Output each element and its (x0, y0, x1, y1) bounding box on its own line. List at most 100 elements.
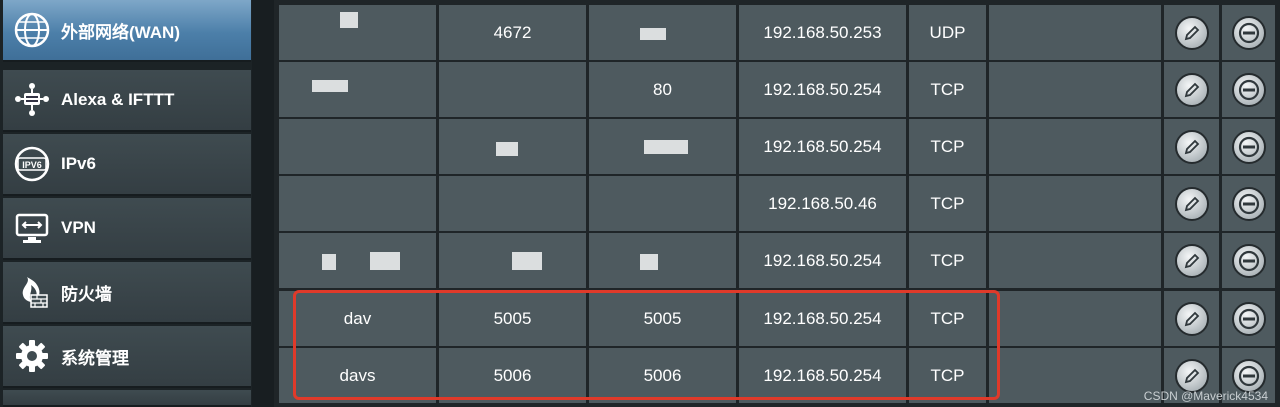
redaction-patch (370, 252, 400, 270)
edit-button[interactable] (1174, 301, 1209, 336)
gear-icon (13, 337, 51, 375)
local-ip-cell: 192.168.50.254 (739, 291, 906, 346)
delete-cell (1222, 119, 1275, 174)
sidebar-item-label: 外部网络(WAN) (61, 22, 180, 42)
source-ip-cell (989, 291, 1161, 346)
vpn-monitor-icon (13, 209, 51, 247)
delete-button[interactable] (1231, 129, 1266, 164)
table-row: 80 192.168.50.254 TCP (279, 62, 1275, 117)
table-row: 4672 192.168.50.253 UDP (279, 5, 1275, 60)
ipv6-icon: IPV6 (13, 145, 51, 183)
pencil-icon (1184, 139, 1199, 154)
pencil-icon (1184, 82, 1199, 97)
sidebar-item-label: VPN (61, 218, 96, 237)
protocol-cell: TCP (909, 233, 986, 288)
protocol-cell: TCP (909, 62, 986, 117)
edit-button[interactable] (1174, 186, 1209, 221)
minus-icon (1238, 79, 1259, 100)
service-name-cell (279, 62, 436, 117)
sidebar-item-vpn[interactable]: VPN (3, 198, 251, 260)
local-ip-cell: 192.168.50.254 (739, 62, 906, 117)
minus-icon (1238, 365, 1259, 386)
external-port-cell (439, 62, 586, 117)
sidebar-item-alexa-ifttt[interactable]: Alexa & IFTTT (3, 70, 251, 132)
sidebar-item-firewall[interactable]: 防火墙 (3, 262, 251, 324)
table-row: 192.168.50.254 TCP (279, 233, 1275, 288)
protocol-cell: TCP (909, 291, 986, 346)
edit-cell (1164, 119, 1219, 174)
internal-port-cell: 5005 (589, 291, 736, 346)
alexa-device-icon (13, 81, 51, 119)
minus-icon (1238, 136, 1259, 157)
edit-button[interactable] (1174, 129, 1209, 164)
source-ip-cell (989, 176, 1161, 231)
internal-port-cell (589, 176, 736, 231)
service-name-cell (279, 233, 436, 288)
external-port-cell (439, 176, 586, 231)
delete-button[interactable] (1231, 72, 1266, 107)
source-ip-cell (989, 5, 1161, 60)
local-ip-cell: 192.168.50.46 (739, 176, 906, 231)
table-row: 192.168.50.46 TCP (279, 176, 1275, 231)
redaction-patch (312, 80, 348, 92)
delete-cell (1222, 291, 1275, 346)
source-ip-cell (989, 233, 1161, 288)
pencil-icon (1184, 253, 1199, 268)
service-name-cell (279, 176, 436, 231)
sidebar: 外部网络(WAN) Alexa & IFTTT IPV6 IPv6 VPN 防火… (0, 0, 252, 407)
redaction-patch (340, 12, 358, 28)
redaction-patch (496, 142, 518, 156)
globe-icon (13, 11, 51, 49)
pencil-icon (1184, 368, 1199, 383)
minus-icon (1238, 193, 1259, 214)
local-ip-cell: 192.168.50.253 (739, 5, 906, 60)
internal-port-cell: 5006 (589, 348, 736, 403)
sidebar-divider (252, 0, 274, 407)
edit-cell (1164, 291, 1219, 346)
edit-button[interactable] (1174, 72, 1209, 107)
sidebar-item-partial[interactable] (3, 390, 251, 407)
sidebar-item-wan[interactable]: 外部网络(WAN) (3, 0, 251, 62)
local-ip-cell: 192.168.50.254 (739, 233, 906, 288)
edit-cell (1164, 176, 1219, 231)
delete-button[interactable] (1231, 15, 1266, 50)
service-name-cell (279, 119, 436, 174)
port-forwarding-table: 4672 192.168.50.253 UDP 80 192.168.50.25… (274, 0, 1280, 407)
protocol-cell: UDP (909, 5, 986, 60)
pencil-icon (1184, 25, 1199, 40)
edit-button[interactable] (1174, 358, 1209, 393)
table-row: 192.168.50.254 TCP (279, 119, 1275, 174)
minus-icon (1238, 308, 1259, 329)
source-ip-cell (989, 348, 1161, 403)
local-ip-cell: 192.168.50.254 (739, 348, 906, 403)
delete-button[interactable] (1231, 301, 1266, 336)
sidebar-item-system-admin[interactable]: 系统管理 (3, 326, 251, 388)
edit-cell (1164, 5, 1219, 60)
protocol-cell: TCP (909, 176, 986, 231)
sidebar-item-ipv6[interactable]: IPV6 IPv6 (3, 134, 251, 196)
sidebar-item-label: IPv6 (61, 154, 96, 173)
delete-cell (1222, 176, 1275, 231)
sidebar-item-label: 防火墙 (61, 284, 112, 304)
external-port-cell: 5006 (439, 348, 586, 403)
delete-cell (1222, 5, 1275, 60)
sidebar-item-label: Alexa & IFTTT (61, 90, 175, 109)
pencil-icon (1184, 196, 1199, 211)
delete-button[interactable] (1231, 243, 1266, 278)
edit-button[interactable] (1174, 243, 1209, 278)
redaction-patch (640, 254, 658, 270)
pencil-icon (1184, 311, 1199, 326)
protocol-cell: TCP (909, 348, 986, 403)
protocol-cell: TCP (909, 119, 986, 174)
external-port-cell: 5005 (439, 291, 586, 346)
redaction-patch (322, 254, 336, 270)
service-name-cell: davs (279, 348, 436, 403)
source-ip-cell (989, 62, 1161, 117)
minus-icon (1238, 250, 1259, 271)
delete-button[interactable] (1231, 186, 1266, 221)
delete-cell (1222, 62, 1275, 117)
redaction-patch (640, 28, 666, 40)
edit-button[interactable] (1174, 15, 1209, 50)
firewall-icon (13, 273, 51, 311)
delete-button[interactable] (1231, 358, 1266, 393)
